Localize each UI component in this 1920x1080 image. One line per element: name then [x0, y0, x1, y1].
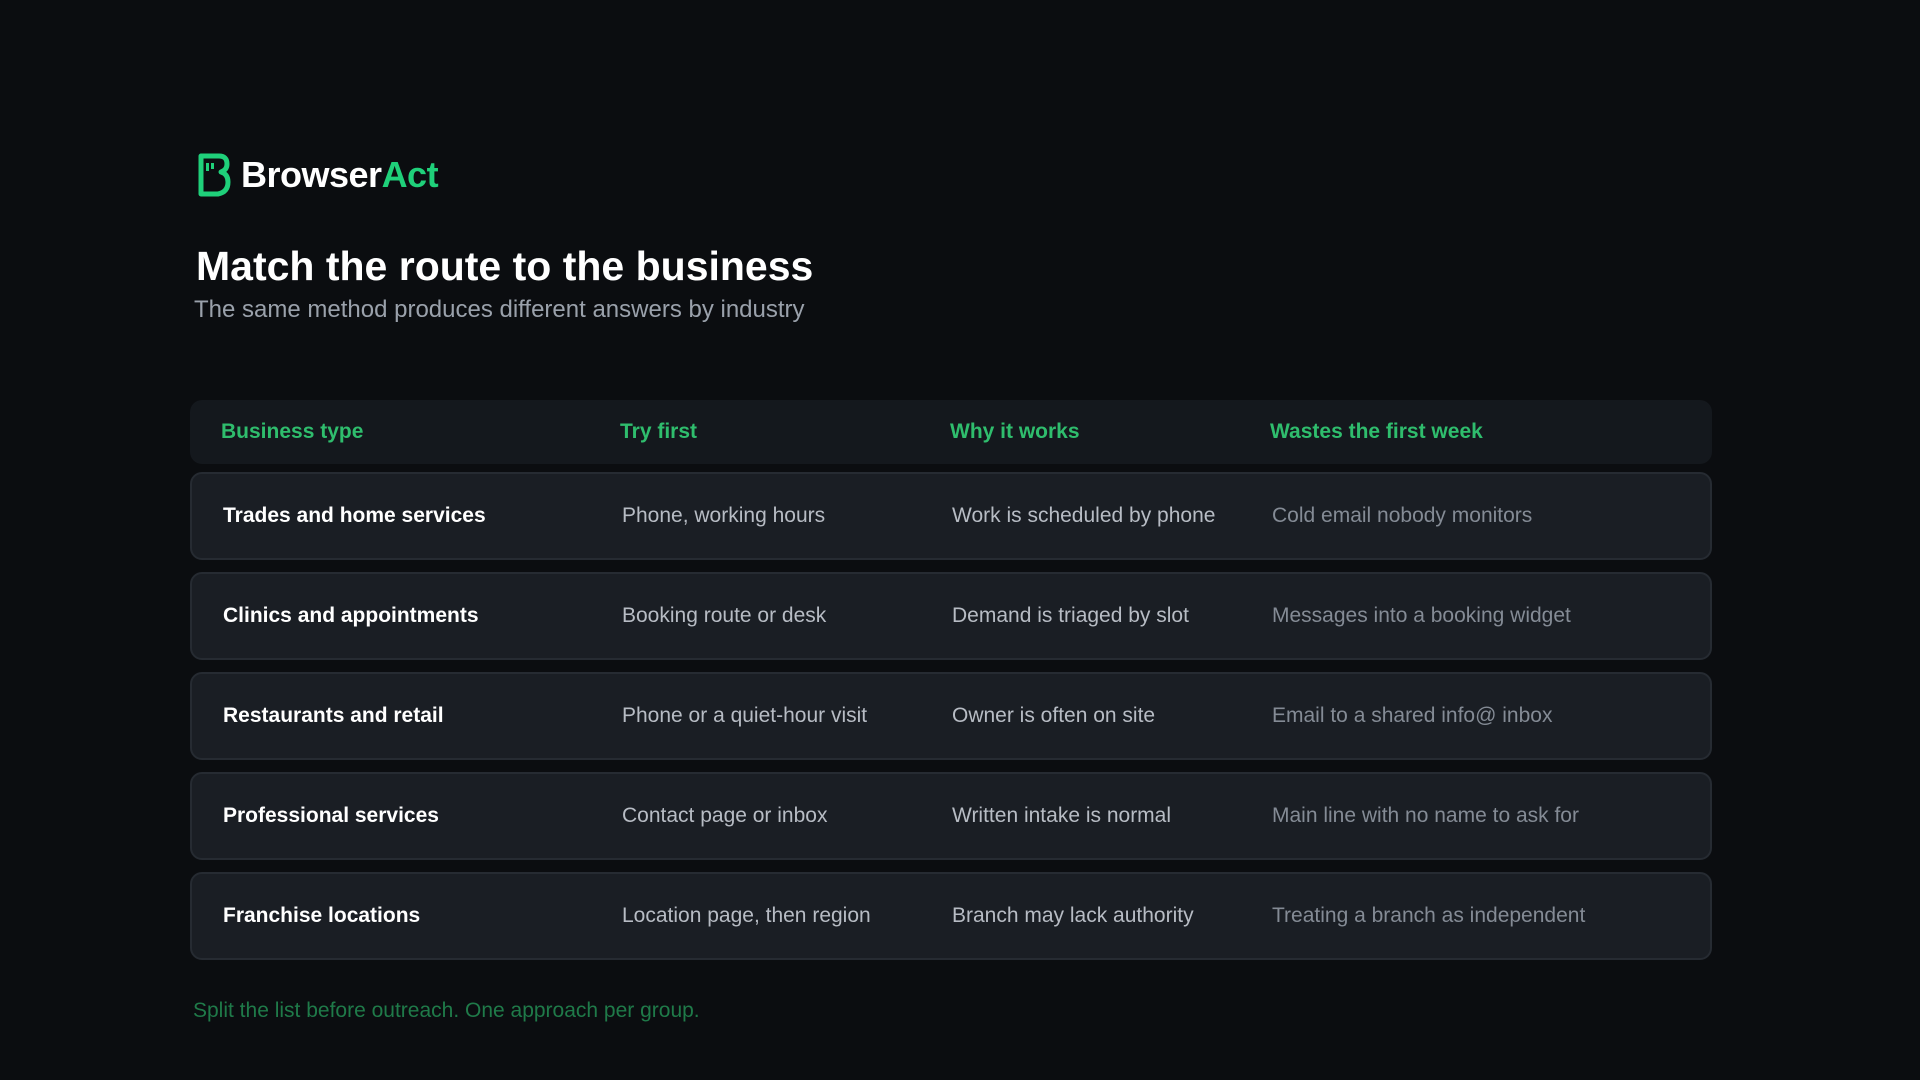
cell-try-first: Location page, then region [622, 904, 871, 927]
header-business-type: Business type [221, 420, 364, 443]
brand-name-part1: Browser [241, 154, 382, 195]
cell-business-type: Trades and home services [223, 504, 486, 527]
footer-note: Split the list before outreach. One appr… [193, 999, 700, 1022]
cell-business-type: Restaurants and retail [223, 704, 444, 727]
brand-name: BrowserAct [241, 154, 439, 195]
cell-business-type: Professional services [223, 804, 439, 827]
cell-wastes-first-week: Main line with no name to ask for [1272, 804, 1579, 827]
routes-table: Business type Try first Why it works Was… [190, 400, 1712, 972]
cell-business-type: Clinics and appointments [223, 604, 479, 627]
table-row: Restaurants and retail Phone or a quiet-… [190, 672, 1712, 760]
cell-wastes-first-week: Messages into a booking widget [1272, 604, 1571, 627]
cell-wastes-first-week: Treating a branch as independent [1272, 904, 1586, 927]
cell-why-it-works: Demand is triaged by slot [952, 604, 1189, 627]
table-row: Franchise locations Location page, then … [190, 872, 1712, 960]
brand-logo: BrowserAct [197, 152, 439, 198]
header-wastes-first-week: Wastes the first week [1270, 420, 1483, 443]
header-try-first: Try first [620, 420, 698, 443]
page-subtitle: The same method produces different answe… [194, 296, 805, 323]
brand-name-part2: Act [381, 154, 439, 195]
cell-try-first: Phone, working hours [622, 504, 826, 527]
cell-why-it-works: Owner is often on site [952, 704, 1156, 727]
cell-why-it-works: Written intake is normal [952, 804, 1172, 827]
page-title: Match the route to the business [196, 243, 814, 289]
cell-wastes-first-week: Email to a shared info@ inbox [1272, 704, 1553, 727]
cell-try-first: Phone or a quiet-hour visit [622, 704, 868, 727]
cell-why-it-works: Branch may lack authority [952, 904, 1194, 927]
cell-try-first: Booking route or desk [622, 604, 827, 627]
cell-wastes-first-week: Cold email nobody monitors [1272, 504, 1533, 527]
table-header: Business type Try first Why it works Was… [190, 400, 1712, 464]
header-why-it-works: Why it works [950, 420, 1080, 443]
browseract-logo-icon [198, 153, 231, 197]
table-row: Trades and home services Phone, working … [190, 472, 1712, 560]
cell-try-first: Contact page or inbox [622, 804, 828, 827]
table-row: Clinics and appointments Booking route o… [190, 572, 1712, 660]
cell-why-it-works: Work is scheduled by phone [952, 504, 1216, 527]
table-row: Professional services Contact page or in… [190, 772, 1712, 860]
cell-business-type: Franchise locations [223, 904, 421, 927]
